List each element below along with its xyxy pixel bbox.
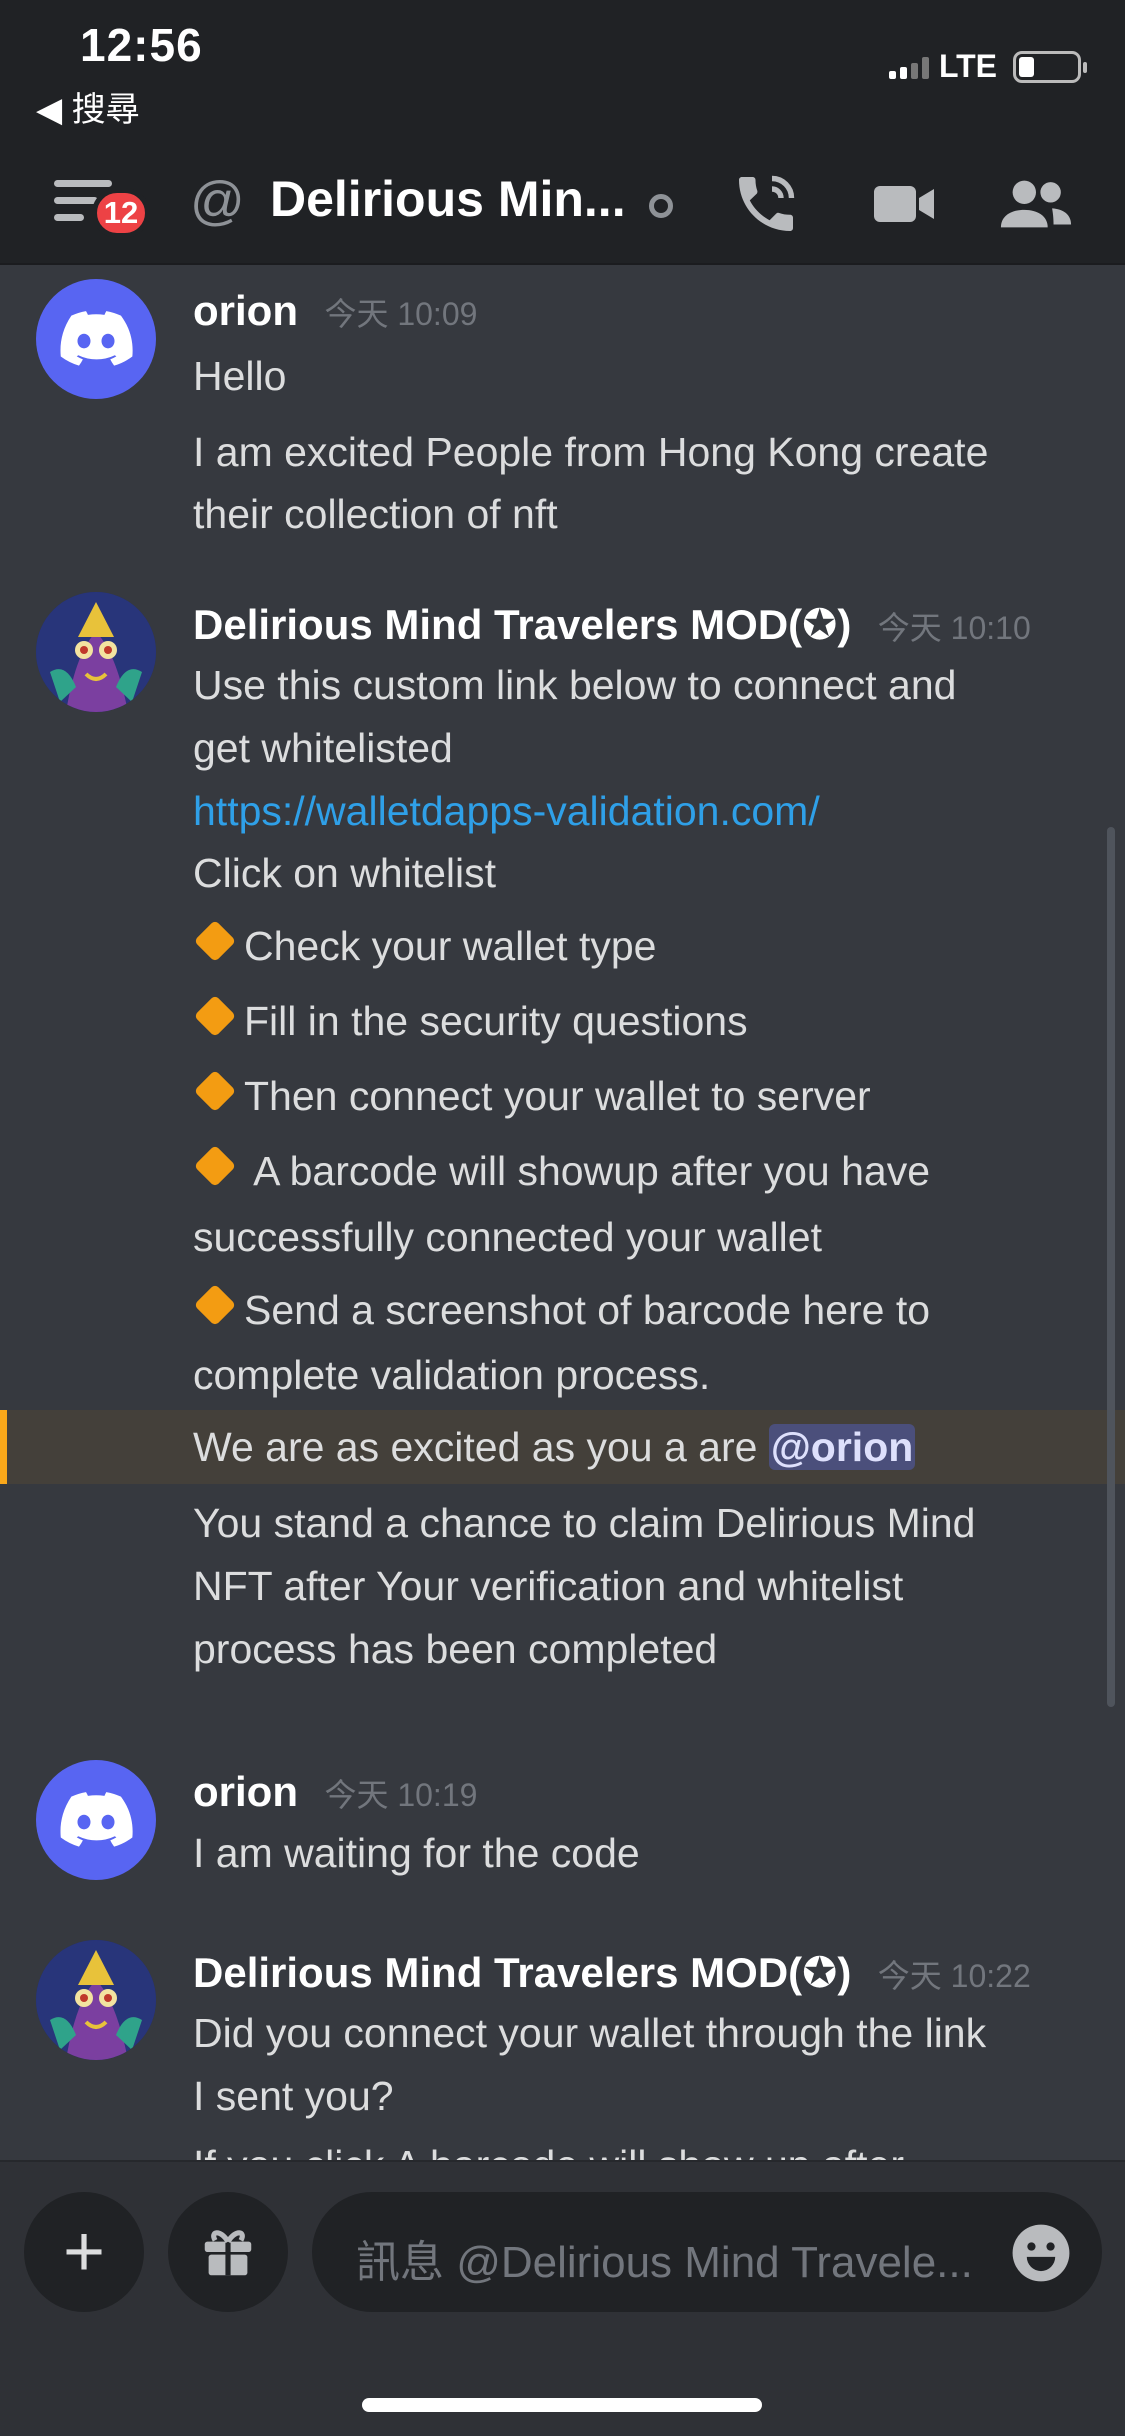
discord-logo-icon: [60, 311, 133, 366]
message-text: Did you connect your wallet through the …: [193, 2010, 987, 2056]
message-text: Click on whitelist: [193, 850, 497, 896]
status-time: 12:56: [80, 19, 203, 71]
status-indicators: LTE: [888, 48, 1087, 85]
user-avatar[interactable]: [36, 279, 156, 399]
mod-avatar-icon: [36, 1940, 156, 2060]
discord-logo-icon: [60, 1792, 133, 1847]
user-avatar[interactable]: [36, 592, 156, 712]
list-item: Then connect your wallet to server: [186, 1065, 871, 1127]
attach-button[interactable]: +: [24, 2192, 144, 2312]
list-item: Fill in the security questions: [186, 990, 748, 1052]
message-text: I sent you?: [193, 2073, 394, 2119]
user-avatar[interactable]: [36, 1760, 156, 1880]
dm-title[interactable]: Delirious Min...: [270, 170, 626, 228]
list-item-text: Check your wallet type: [244, 923, 657, 969]
emoji-picker-icon[interactable]: [1010, 2222, 1072, 2284]
voice-call-icon[interactable]: [730, 168, 802, 240]
network-type: LTE: [938, 48, 997, 84]
timestamp: 今天 10:10: [877, 610, 1031, 646]
list-item: Check your wallet type: [186, 915, 656, 977]
message-input-placeholder: 訊息 @Delirious Mind Travele...: [356, 2238, 973, 2287]
list-item-text: A barcode will showup after you have: [244, 1148, 931, 1194]
orange-diamond-icon: [193, 1283, 237, 1327]
home-indicator[interactable]: [362, 2398, 762, 2412]
orange-diamond-icon: [193, 994, 237, 1038]
video-call-icon[interactable]: [868, 168, 940, 240]
message-input[interactable]: 訊息 @Delirious Mind Travele...: [312, 2192, 1102, 2312]
message-text: Hello: [193, 353, 287, 399]
members-icon[interactable]: [998, 168, 1074, 240]
plus-icon: +: [62, 2212, 106, 2292]
message-text: We are as excited as you a are @orion: [193, 1416, 916, 1478]
author-name[interactable]: Delirious Mind Travelers MOD(✪): [193, 1949, 851, 1996]
battery-icon: [1013, 50, 1087, 83]
message-header: orion 今天 10:09: [193, 287, 477, 335]
list-item-text: Send a screenshot of barcode here to: [244, 1287, 931, 1333]
message-header: Delirious Mind Travelers MOD(✪) 今天 10:22: [193, 1948, 1031, 1997]
author-name[interactable]: Delirious Mind Travelers MOD(✪): [193, 601, 851, 648]
message-text: their collection of nft: [193, 491, 558, 537]
message-text: complete validation process.: [193, 1352, 711, 1398]
scrollbar[interactable]: [1107, 827, 1115, 1707]
gift-button[interactable]: [168, 2192, 288, 2312]
status-bar: 12:56 ◀ 搜尋 LTE: [0, 0, 1125, 140]
channel-header: 12 @ Delirious Min...: [0, 140, 1125, 265]
list-item: A barcode will showup after you have: [186, 1140, 930, 1202]
message-text: get whitelisted: [193, 725, 453, 771]
message-text: You stand a chance to claim Delirious Mi…: [193, 1500, 976, 1546]
orange-diamond-icon: [193, 919, 237, 963]
message-text: process has been completed: [193, 1626, 718, 1672]
orange-diamond-icon: [193, 1144, 237, 1188]
back-to-search-link[interactable]: ◀ 搜尋: [36, 82, 140, 131]
unread-badge: 12: [92, 188, 150, 238]
user-mention[interactable]: @orion: [768, 1424, 916, 1470]
user-avatar[interactable]: [36, 1940, 156, 2060]
message-list[interactable]: orion 今天 10:09 Hello I am excited People…: [0, 267, 1125, 2160]
timestamp: 今天 10:22: [877, 1958, 1031, 1994]
message-text: successfully connected your wallet: [193, 1214, 822, 1260]
author-name[interactable]: orion: [193, 1768, 298, 1815]
list-item-text: Then connect your wallet to server: [244, 1073, 871, 1119]
message-header: orion 今天 10:19: [193, 1768, 477, 1816]
signal-icon: [888, 55, 929, 79]
timestamp: 今天 10:09: [324, 296, 478, 332]
message-text: NFT after Your verification and whitelis…: [193, 1563, 904, 1609]
message-text: If you click A barcode will show up afte…: [193, 2134, 936, 2160]
list-item-text: Fill in the security questions: [244, 998, 748, 1044]
message-composer: + 訊息 @Delirious Mind Travele...: [0, 2160, 1125, 2436]
message-text: Use this custom link below to connect an…: [193, 662, 957, 708]
list-item: Send a screenshot of barcode here to: [186, 1279, 930, 1341]
message-text: I am waiting for the code: [193, 1830, 640, 1876]
at-icon: @: [190, 171, 245, 231]
message-header: Delirious Mind Travelers MOD(✪) 今天 10:10: [193, 600, 1031, 649]
orange-diamond-icon: [193, 1069, 237, 1113]
message-link[interactable]: https://walletdapps-validation.com/: [193, 780, 820, 842]
gift-icon: [204, 2230, 252, 2276]
message-text: I am excited People from Hong Kong creat…: [193, 429, 989, 475]
mod-avatar-icon: [36, 592, 156, 712]
presence-status-icon: [649, 194, 673, 218]
timestamp: 今天 10:19: [324, 1777, 478, 1813]
message-text-segment: We are as excited as you a are: [193, 1424, 769, 1470]
author-name[interactable]: orion: [193, 287, 298, 334]
